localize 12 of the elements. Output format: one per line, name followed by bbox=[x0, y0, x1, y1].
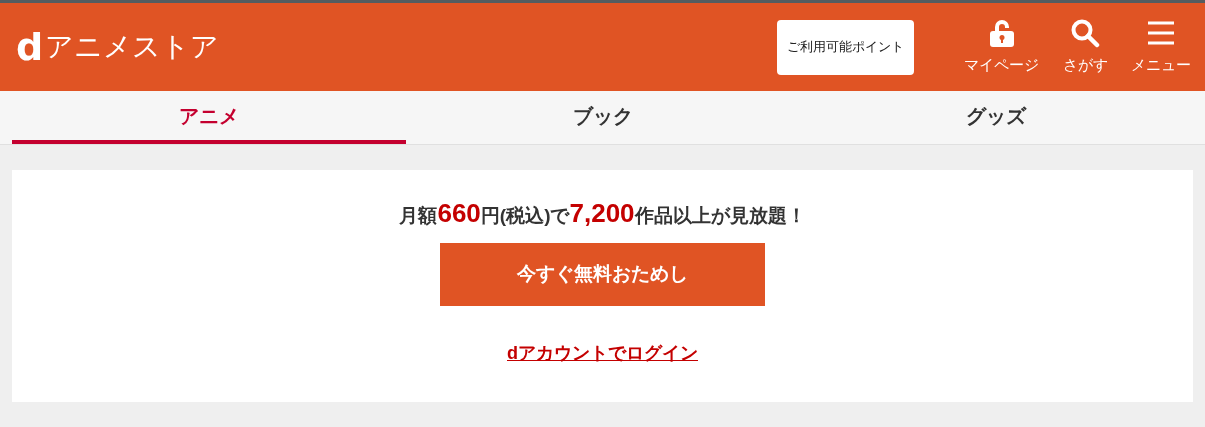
header-nav-button[interactable]: さがす bbox=[1055, 17, 1115, 77]
store-logo[interactable]: d アニメストア bbox=[16, 32, 220, 62]
category-tab[interactable]: ブック bbox=[405, 91, 800, 144]
header-nav-button[interactable]: マイページ bbox=[964, 17, 1039, 77]
free-trial-button[interactable]: 今すぐ無料おためし bbox=[440, 243, 765, 306]
search-icon bbox=[1070, 17, 1100, 48]
login-link[interactable]: dアカウントでログイン bbox=[507, 340, 698, 367]
available-points-button[interactable]: ご利用可能ポイント bbox=[777, 19, 914, 75]
header-nav-button[interactable]: メニュー bbox=[1131, 17, 1191, 77]
category-tab[interactable]: グッズ bbox=[799, 91, 1193, 144]
category-tab[interactable]: アニメ bbox=[12, 91, 406, 144]
pricing-headline: 月額660円(税込)で7,200作品以上が見放題！ bbox=[399, 198, 806, 230]
